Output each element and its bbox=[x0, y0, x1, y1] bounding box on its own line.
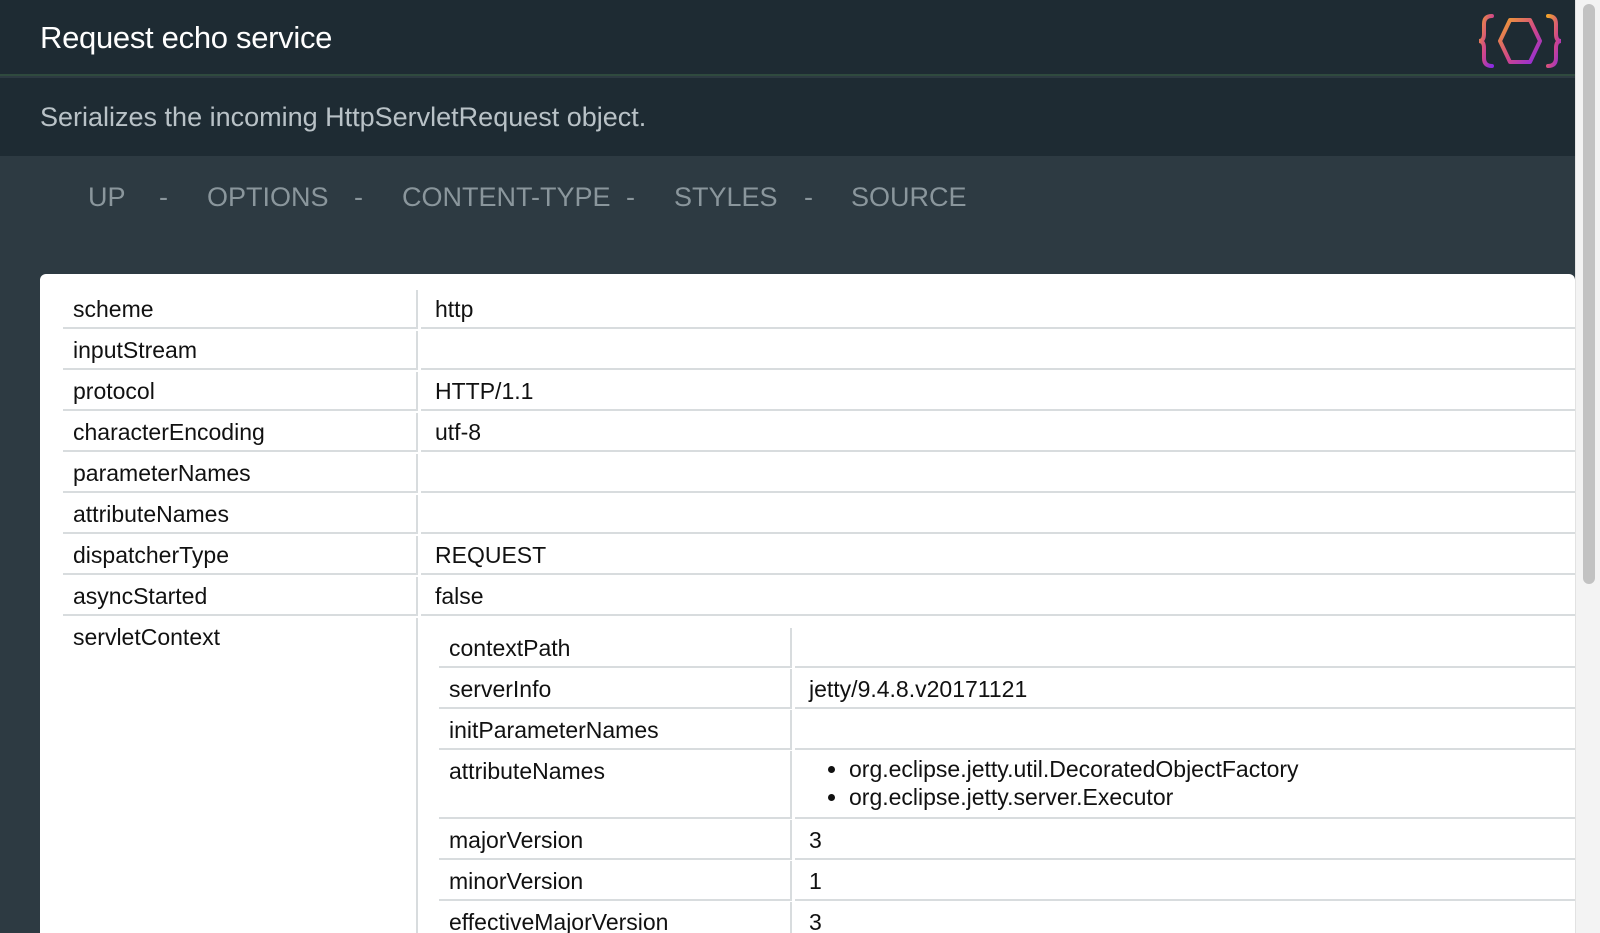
nav-separator: - bbox=[626, 182, 635, 212]
list-item: org.eclipse.jetty.util.DecoratedObjectFa… bbox=[849, 755, 1575, 783]
table-row: attributeNames bbox=[63, 495, 1575, 535]
nested-value bbox=[795, 710, 1575, 750]
nested-key: majorVersion bbox=[439, 820, 792, 860]
nav-separator: - bbox=[354, 182, 363, 212]
property-key: scheme bbox=[63, 290, 418, 329]
property-value bbox=[421, 454, 1575, 493]
property-key: inputStream bbox=[63, 331, 418, 370]
nested-key: minorVersion bbox=[439, 861, 792, 901]
property-value: false bbox=[421, 577, 1575, 616]
page-title: Request echo service bbox=[40, 20, 333, 55]
nav-link-content-type[interactable]: CONTENT-TYPE bbox=[402, 182, 611, 213]
property-value bbox=[421, 331, 1575, 370]
property-key: protocol bbox=[63, 372, 418, 411]
nav-bar: UP - OPTIONS - CONTENT-TYPE - STYLES - S… bbox=[0, 156, 1575, 274]
vertical-scrollbar[interactable] bbox=[1575, 0, 1600, 933]
property-value: HTTP/1.1 bbox=[421, 372, 1575, 411]
nested-key: effectiveMajorVersion bbox=[439, 902, 792, 933]
property-key: characterEncoding bbox=[63, 413, 418, 452]
property-value: REQUEST bbox=[421, 536, 1575, 575]
property-value: utf-8 bbox=[421, 413, 1575, 452]
property-key: asyncStarted bbox=[63, 577, 418, 616]
property-value bbox=[421, 495, 1575, 534]
property-key: servletContext bbox=[63, 618, 418, 933]
table-row-servlet-context: servletContext contextPath serverInfo je… bbox=[63, 618, 1575, 933]
table-row: parameterNames bbox=[63, 454, 1575, 494]
nested-value: jetty/9.4.8.v20171121 bbox=[795, 669, 1575, 709]
nav-link-options[interactable]: OPTIONS bbox=[207, 182, 329, 213]
title-bar: Request echo service bbox=[0, 0, 1575, 76]
servlet-context-nested-table: contextPath serverInfo jetty/9.4.8.v2017… bbox=[439, 628, 1575, 933]
nested-key: attributeNames bbox=[439, 751, 792, 819]
page-description: Serializes the incoming HttpServletReque… bbox=[40, 102, 647, 132]
nav-link-up[interactable]: UP bbox=[88, 182, 126, 213]
nested-value-list: org.eclipse.jetty.util.DecoratedObjectFa… bbox=[795, 751, 1575, 819]
table-row: inputStream bbox=[63, 331, 1575, 371]
scrollbar-thumb[interactable] bbox=[1583, 4, 1595, 584]
nav-separator: - bbox=[159, 182, 168, 212]
list-item: org.eclipse.jetty.server.Executor bbox=[849, 783, 1575, 811]
description-bar: Serializes the incoming HttpServletReque… bbox=[0, 78, 1575, 156]
nested-value bbox=[795, 628, 1575, 668]
nav-separator: - bbox=[804, 182, 813, 212]
nested-key: initParameterNames bbox=[439, 710, 792, 750]
page: Request echo service Serializes the inco… bbox=[0, 0, 1600, 933]
property-key: dispatcherType bbox=[63, 536, 418, 575]
property-value: http bbox=[421, 290, 1575, 329]
nested-value: 3 bbox=[795, 820, 1575, 860]
table-row: scheme http bbox=[63, 290, 1575, 330]
nested-key: serverInfo bbox=[439, 669, 792, 709]
request-properties-table: scheme http inputStream protocol HTTP/1.… bbox=[40, 274, 1575, 933]
table-row: dispatcherType REQUEST bbox=[63, 536, 1575, 576]
nested-key: contextPath bbox=[439, 628, 792, 668]
hexagon-braces-logo-icon bbox=[1478, 14, 1562, 68]
property-key: parameterNames bbox=[63, 454, 418, 493]
nested-value: 1 bbox=[795, 861, 1575, 901]
table-row: characterEncoding utf-8 bbox=[63, 413, 1575, 453]
nav-link-source[interactable]: SOURCE bbox=[851, 182, 967, 213]
table-row: protocol HTTP/1.1 bbox=[63, 372, 1575, 412]
table-row: asyncStarted false bbox=[63, 577, 1575, 617]
nested-value: 3 bbox=[795, 902, 1575, 933]
attribute-names-list: org.eclipse.jetty.util.DecoratedObjectFa… bbox=[809, 755, 1575, 811]
nav-link-styles[interactable]: STYLES bbox=[674, 182, 778, 213]
property-key: attributeNames bbox=[63, 495, 418, 534]
